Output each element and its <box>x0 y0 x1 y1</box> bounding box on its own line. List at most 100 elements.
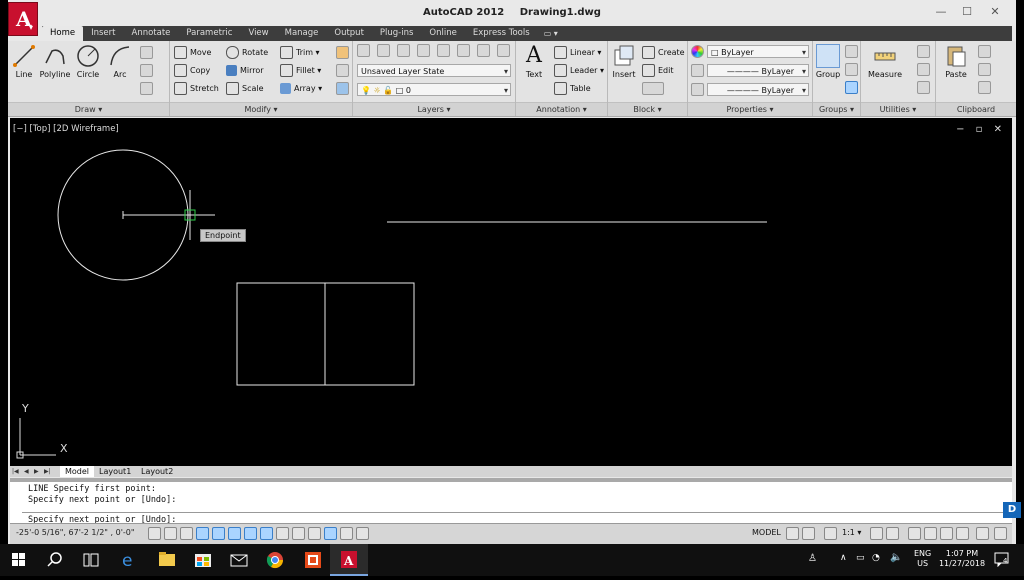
stretch-button[interactable]: Stretch <box>174 81 219 96</box>
copy-clip-icon[interactable] <box>978 63 991 76</box>
groups-panel-title[interactable]: Groups ▾ <box>813 102 860 116</box>
tab-express-tools[interactable]: Express Tools <box>465 26 538 41</box>
tab-online[interactable]: Online <box>421 26 464 41</box>
layer-icon[interactable] <box>457 44 470 57</box>
scale-button[interactable]: Scale <box>226 81 264 96</box>
group-edit-icon[interactable] <box>845 63 858 76</box>
annotation-scale-icon[interactable] <box>824 527 837 540</box>
tab-parametric[interactable]: Parametric <box>178 26 240 41</box>
layer-state-dropdown[interactable]: Unsaved Layer State <box>357 64 511 78</box>
quick-select-icon[interactable] <box>917 45 930 58</box>
tab-manage[interactable]: Manage <box>277 26 327 41</box>
table-button[interactable]: Table <box>554 81 591 96</box>
dynamic-ucs-icon[interactable] <box>276 527 289 540</box>
lineweight-toggle-icon[interactable] <box>308 527 321 540</box>
modify-panel-title[interactable]: Modify ▾ <box>170 102 352 116</box>
application-status-icon[interactable] <box>976 527 989 540</box>
tab-model[interactable]: Model <box>60 466 95 477</box>
annotation-scale-dropdown[interactable]: 1:1 ▾ <box>842 528 861 537</box>
quick-view-layouts-icon[interactable] <box>786 527 799 540</box>
rotate-button[interactable]: Rotate <box>226 45 268 60</box>
calculator-icon[interactable] <box>917 81 930 94</box>
text-button[interactable]: A Text <box>518 44 550 80</box>
first-layout-icon[interactable]: |◀ <box>12 466 19 477</box>
layer-icon[interactable] <box>397 44 410 57</box>
group-select-icon[interactable] <box>845 81 858 94</box>
volume-icon[interactable]: 🔈 <box>890 552 902 563</box>
auto-scale-icon[interactable] <box>886 527 899 540</box>
clean-screen-icon[interactable] <box>994 527 1007 540</box>
cut-icon[interactable] <box>978 45 991 58</box>
dynamic-input-icon[interactable] <box>292 527 305 540</box>
circle-button[interactable]: Circle <box>72 44 104 79</box>
annotation-panel-title[interactable]: Annotation ▾ <box>516 102 607 116</box>
arc-button[interactable]: Arc <box>104 44 136 79</box>
quick-view-drawings-icon[interactable] <box>802 527 815 540</box>
close-icon[interactable]: ✕ <box>980 4 1010 20</box>
tab-annotate[interactable]: Annotate <box>124 26 179 41</box>
block-panel-title[interactable]: Block ▾ <box>608 102 687 116</box>
drawing-canvas[interactable]: [−] [Top] [2D Wireframe] − ▫ ✕ Endpoint … <box>10 118 1012 466</box>
current-layer-dropdown[interactable]: 💡 ☼ 🔓 □ 0 <box>357 83 511 97</box>
lineweight-icon[interactable] <box>691 83 704 96</box>
leader-button[interactable]: Leader ▾ <box>554 63 604 78</box>
linetype-dropdown[interactable]: ———— ByLayer <box>707 64 809 78</box>
fillet-button[interactable]: Fillet ▾ <box>280 63 321 78</box>
color-wheel-icon[interactable] <box>691 45 704 58</box>
layer-icon[interactable] <box>477 44 490 57</box>
copy-button[interactable]: Copy <box>174 63 210 78</box>
line-button[interactable]: Line <box>8 44 40 79</box>
layer-icon[interactable] <box>497 44 510 57</box>
edge-browser-icon[interactable]: e <box>110 544 148 576</box>
layers-panel-title[interactable]: Layers ▾ <box>353 102 515 116</box>
workspace-switch-icon[interactable] <box>908 527 921 540</box>
tab-plugins[interactable]: Plug-ins <box>372 26 422 41</box>
ungroup-icon[interactable] <box>845 45 858 58</box>
utilities-panel-title[interactable]: Utilities ▾ <box>861 102 935 116</box>
offset-icon[interactable] <box>336 82 349 95</box>
ortho-mode-icon[interactable] <box>196 527 209 540</box>
mirror-button[interactable]: Mirror <box>226 63 264 78</box>
linear-dimension-button[interactable]: Linear ▾ <box>554 45 601 60</box>
trim-button[interactable]: Trim ▾ <box>280 45 320 60</box>
lineweight-dropdown[interactable]: ———— ByLayer <box>707 83 809 97</box>
erase-icon[interactable] <box>336 46 349 59</box>
task-view-icon[interactable] <box>72 544 110 576</box>
match-properties-icon[interactable] <box>978 81 991 94</box>
color-dropdown[interactable]: □ ByLayer <box>707 45 809 59</box>
tab-insert[interactable]: Insert <box>83 26 123 41</box>
autocad-taskbar-icon[interactable]: A <box>330 544 368 576</box>
polyline-button[interactable]: Polyline <box>38 44 72 79</box>
last-layout-icon[interactable]: ▶| <box>44 466 51 477</box>
lock-ui-icon[interactable] <box>924 527 937 540</box>
group-button[interactable]: Group <box>814 44 842 79</box>
ribbon-minimize-icon[interactable]: ▭ ▾ <box>538 26 564 41</box>
region-icon[interactable] <box>140 82 153 95</box>
prev-layout-icon[interactable]: ◀ <box>24 466 29 477</box>
wifi-icon[interactable]: ◔ <box>872 553 880 563</box>
insert-block-button[interactable]: Insert <box>608 44 640 79</box>
next-layout-icon[interactable]: ▶ <box>34 466 39 477</box>
edit-block-button[interactable]: Edit <box>642 63 674 78</box>
object-snap-icon[interactable] <box>228 527 241 540</box>
paste-button[interactable]: Paste <box>940 44 972 79</box>
tab-layout2[interactable]: Layout2 <box>136 466 178 477</box>
3d-object-snap-icon[interactable] <box>244 527 257 540</box>
quick-properties-icon[interactable] <box>340 527 353 540</box>
tab-output[interactable]: Output <box>326 26 372 41</box>
polar-tracking-icon[interactable] <box>212 527 225 540</box>
tab-layout1[interactable]: Layout1 <box>94 466 136 477</box>
object-snap-tracking-icon[interactable] <box>260 527 273 540</box>
linetype-icon[interactable] <box>691 64 704 77</box>
transparency-icon[interactable] <box>324 527 337 540</box>
array-button[interactable]: Array ▾ <box>280 81 322 96</box>
network-icon[interactable]: ▭ <box>856 553 865 563</box>
file-explorer-icon[interactable] <box>148 544 186 576</box>
search-icon[interactable] <box>38 544 76 576</box>
clipboard-panel-title[interactable]: Clipboard <box>936 102 1016 116</box>
annotation-visibility-icon[interactable] <box>870 527 883 540</box>
action-center-icon[interactable]: 4 <box>994 551 1010 568</box>
windows-start-icon[interactable] <box>0 544 38 576</box>
tray-chevron-icon[interactable]: ∧ <box>840 553 847 563</box>
people-icon[interactable]: ♙ <box>808 553 822 567</box>
